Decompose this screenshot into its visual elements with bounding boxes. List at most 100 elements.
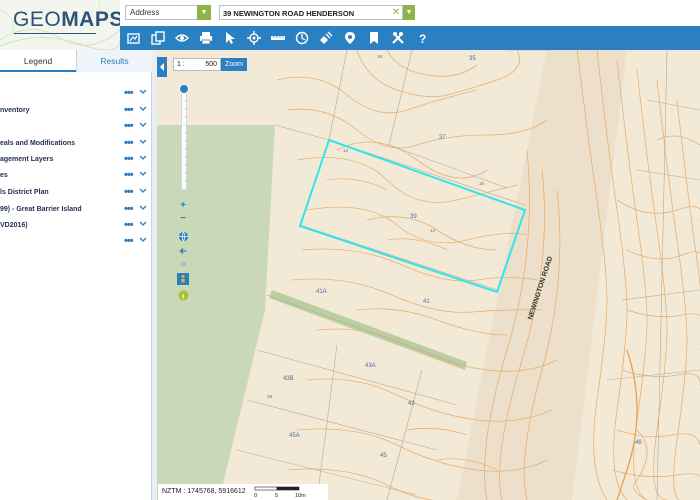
chevron-down-icon[interactable] xyxy=(139,187,147,195)
logo[interactable]: GEOMAPS xyxy=(0,0,120,50)
layer-label: agement Layers xyxy=(0,156,54,163)
search-input[interactable]: 39 NEWINGTON ROAD HENDERSON xyxy=(219,5,403,20)
toolbar: ? xyxy=(120,26,700,50)
layer-row[interactable]: ls District Plan ••• xyxy=(0,186,152,203)
parcel-label: 43A xyxy=(365,363,376,369)
print-icon[interactable] xyxy=(197,29,215,47)
contour-value-label: 16 xyxy=(479,181,485,186)
history-icon[interactable] xyxy=(293,29,311,47)
more-options-icon[interactable]: ••• xyxy=(124,153,134,165)
back-arrow-icon[interactable] xyxy=(177,245,189,257)
coordinates-text: NZTM : 1745768, 5916612 xyxy=(162,488,246,495)
chevron-down-icon[interactable] xyxy=(139,170,147,178)
chevron-down-icon[interactable] xyxy=(139,121,147,129)
contour-value-label: 18 xyxy=(377,54,383,59)
more-options-icon[interactable]: ••• xyxy=(124,235,134,247)
locate-icon[interactable] xyxy=(245,29,263,47)
chevron-down-icon: ▼ xyxy=(405,9,413,16)
layer-row[interactable]: VD2016) ••• xyxy=(0,219,152,236)
chevron-down-icon[interactable] xyxy=(139,105,147,113)
svg-text:i: i xyxy=(182,291,184,300)
search-dropdown-button[interactable]: ▼ xyxy=(403,5,415,20)
chevron-down-icon[interactable] xyxy=(139,220,147,228)
tools-icon[interactable] xyxy=(389,29,407,47)
logo-text: GEOMAPS xyxy=(13,8,120,31)
chevron-left-icon xyxy=(160,63,164,71)
chevron-down-icon[interactable] xyxy=(139,138,147,146)
contour-value-label: 12 xyxy=(343,148,349,153)
more-options-icon[interactable]: ••• xyxy=(124,104,134,116)
contour-value-label: 14 xyxy=(430,228,436,233)
search-type-dropdown-button[interactable]: ▼ xyxy=(197,5,211,20)
tab-results[interactable]: Results xyxy=(76,50,152,72)
map-view[interactable]: NEWINGTON ROAD 35 37 39 41 41A 43 43A 43… xyxy=(157,50,700,500)
zoom-button[interactable]: Zoom xyxy=(221,58,247,71)
parcel-label: 46 xyxy=(635,440,642,446)
zoom-slider-handle[interactable] xyxy=(179,84,189,94)
forward-arrow-icon[interactable] xyxy=(177,258,189,270)
layer-row[interactable]: 99) - Great Barrier Island ••• xyxy=(0,203,152,220)
layer-row[interactable]: es ••• xyxy=(0,169,152,186)
layer-label: es xyxy=(0,172,8,179)
street-view-icon[interactable] xyxy=(341,29,359,47)
chevron-down-icon[interactable] xyxy=(139,154,147,162)
tab-legend[interactable]: Legend xyxy=(0,50,76,72)
zoom-out-icon[interactable]: − xyxy=(177,212,189,224)
parcel-label: 39 xyxy=(410,214,417,220)
satellite-icon[interactable] xyxy=(317,29,335,47)
eye-icon[interactable] xyxy=(173,29,191,47)
more-options-icon[interactable]: ••• xyxy=(124,203,134,215)
parcel-label: 35 xyxy=(469,56,476,62)
parcel-label: 41 xyxy=(423,299,430,305)
park-area xyxy=(157,125,275,500)
geomaps-app: Address ▼ 39 NEWINGTON ROAD HENDERSON ✕ … xyxy=(0,0,700,500)
layer-row[interactable]: ••• xyxy=(0,120,152,137)
parcel-label: 45A xyxy=(289,433,300,439)
chevron-down-icon[interactable] xyxy=(139,88,147,96)
contour-value-label: 18 xyxy=(267,394,273,399)
parcel-label: 43B xyxy=(283,376,294,382)
chevron-down-icon[interactable] xyxy=(139,236,147,244)
scale-bar: 0 5 10m xyxy=(250,484,330,500)
more-options-icon[interactable]: ••• xyxy=(124,137,134,149)
parcel-label: 45 xyxy=(380,453,387,459)
layer-row[interactable]: nventory ••• xyxy=(0,104,152,121)
clear-search-icon[interactable]: ✕ xyxy=(391,5,401,20)
street-view-person-icon[interactable] xyxy=(177,273,189,285)
pointer-icon[interactable] xyxy=(221,29,239,47)
layer-label: eals and Modifications xyxy=(0,140,76,147)
more-options-icon[interactable]: ••• xyxy=(124,87,134,99)
scale-prefix: 1 : xyxy=(177,61,185,68)
map-canvas[interactable]: NEWINGTON ROAD 35 37 39 41 41A 43 43A 43… xyxy=(157,50,700,500)
info-icon[interactable]: i xyxy=(177,289,189,301)
chevron-down-icon[interactable] xyxy=(139,204,147,212)
measure-icon[interactable] xyxy=(269,29,287,47)
layer-row[interactable]: ••• xyxy=(0,87,152,104)
parcel-label: 43 xyxy=(408,401,415,407)
parcel-label: 41A xyxy=(316,289,327,295)
layer-row[interactable]: agement Layers ••• xyxy=(0,153,152,170)
bookmark-icon[interactable] xyxy=(365,29,383,47)
zoom-slider-track[interactable] xyxy=(181,84,187,190)
more-options-icon[interactable]: ••• xyxy=(124,219,134,231)
search-input-value: 39 NEWINGTON ROAD HENDERSON xyxy=(223,9,355,18)
chevron-down-icon: ▼ xyxy=(200,9,208,16)
index-contour xyxy=(616,349,638,500)
more-options-icon[interactable]: ••• xyxy=(124,120,134,132)
more-options-icon[interactable]: ••• xyxy=(124,169,134,181)
more-options-icon[interactable]: ••• xyxy=(124,186,134,198)
collapse-panel-button[interactable] xyxy=(157,57,167,77)
logo-underline xyxy=(14,33,96,34)
scale-input[interactable]: 1 : 500 xyxy=(173,58,221,71)
layer-label: ls District Plan xyxy=(0,189,49,196)
layer-row[interactable]: ••• xyxy=(0,235,152,252)
layer-row[interactable]: eals and Modifications ••• xyxy=(0,137,152,154)
zoom-slider-ticks xyxy=(183,100,187,182)
zoom-in-icon[interactable]: + xyxy=(177,199,189,211)
copy-icon[interactable] xyxy=(149,29,167,47)
globe-icon[interactable] xyxy=(177,230,189,242)
help-icon[interactable]: ? xyxy=(413,29,431,47)
layers-icon[interactable] xyxy=(125,29,143,47)
scale-bar-label: 0 xyxy=(254,493,257,499)
layer-label: nventory xyxy=(0,107,30,114)
